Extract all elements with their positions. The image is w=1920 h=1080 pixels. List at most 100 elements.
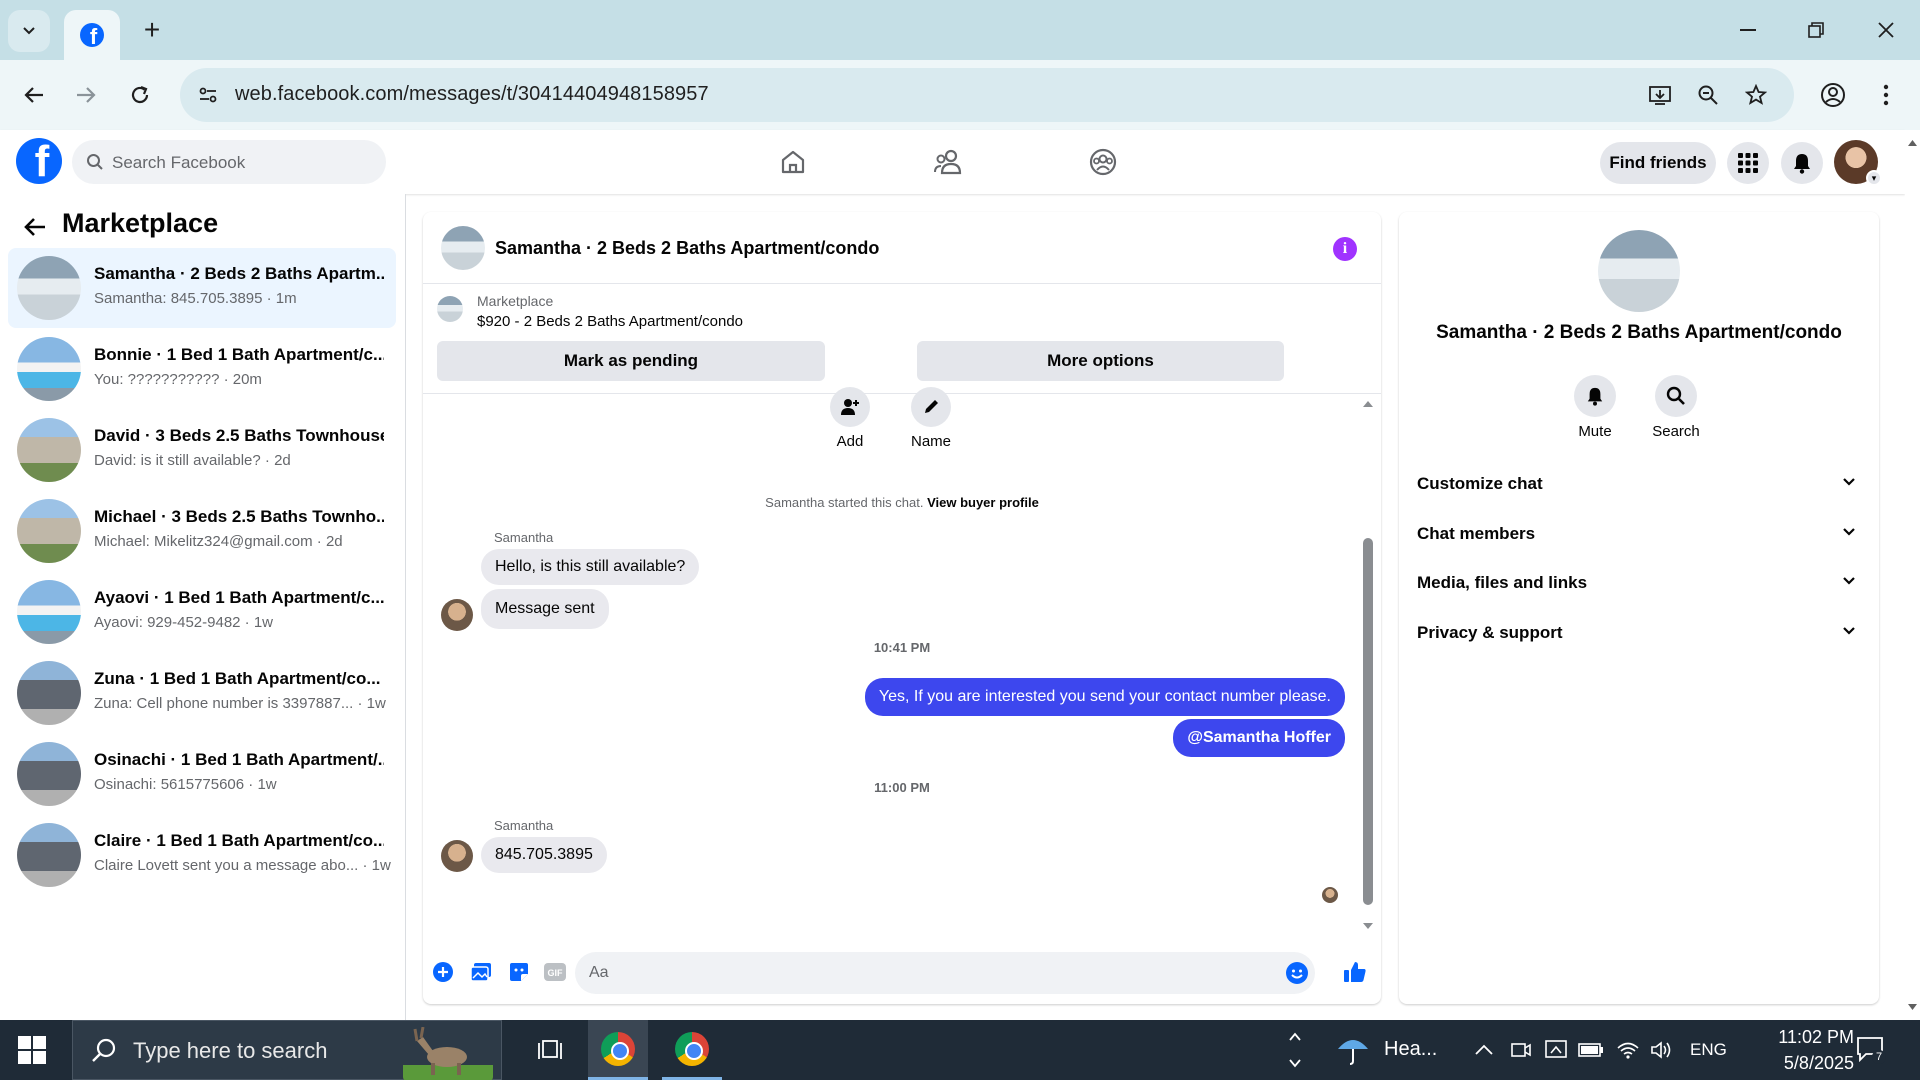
- customize-chat-section[interactable]: Customize chat: [1407, 460, 1871, 508]
- back-arrow-icon[interactable]: [20, 212, 50, 242]
- facebook-header: f Search Facebook Find friends ▾: [0, 130, 1905, 194]
- mark-as-pending-button[interactable]: Mark as pending: [437, 341, 825, 381]
- volume-icon[interactable]: [1650, 1040, 1674, 1060]
- chat-title[interactable]: Samantha · 2 Beds 2 Baths Apartment/cond…: [495, 238, 879, 259]
- scroll-up-icon[interactable]: [1905, 138, 1920, 148]
- browser-menu-icon[interactable]: [1866, 75, 1906, 115]
- scroll-up-icon[interactable]: [1361, 399, 1375, 409]
- name-chat-action[interactable]: Name: [901, 387, 961, 450]
- browser-tab-facebook[interactable]: f: [64, 10, 120, 60]
- scroll-down-icon[interactable]: [1905, 1002, 1920, 1012]
- conversation-item[interactable]: Bonnie · 1 Bed 1 Bath Apartment/c... You…: [8, 329, 396, 409]
- display-icon[interactable]: [1544, 1039, 1568, 1061]
- notifications-bell-icon[interactable]: [1781, 142, 1823, 184]
- chat-members-section[interactable]: Chat members: [1407, 510, 1871, 558]
- reload-icon[interactable]: [120, 75, 160, 115]
- facebook-logo-icon[interactable]: f: [16, 138, 62, 184]
- media-files-links-section[interactable]: Media, files and links: [1407, 559, 1871, 607]
- message-input[interactable]: Aa: [575, 952, 1315, 994]
- conversation-item[interactable]: David · 3 Beds 2.5 Baths Townhouse David…: [8, 410, 396, 490]
- forward-icon[interactable]: [66, 75, 106, 115]
- conversation-item[interactable]: Samantha · 2 Beds 2 Baths Apartm... Sama…: [8, 248, 396, 328]
- facebook-search-input[interactable]: Search Facebook: [72, 140, 386, 184]
- find-friends-button[interactable]: Find friends: [1600, 142, 1716, 184]
- tab-search-button[interactable]: [8, 10, 50, 52]
- site-info-icon[interactable]: [194, 81, 222, 109]
- outgoing-message[interactable]: Yes, If you are interested you send your…: [864, 678, 1345, 716]
- chat-info-avatar[interactable]: [1598, 230, 1680, 312]
- scroll-down-icon[interactable]: [1361, 921, 1375, 931]
- groups-icon[interactable]: [1085, 144, 1121, 180]
- address-bar[interactable]: web.facebook.com/messages/t/304144049481…: [180, 68, 1794, 122]
- incoming-message[interactable]: Hello, is this still available?: [481, 549, 700, 585]
- incoming-message[interactable]: 845.705.3895: [481, 837, 607, 873]
- sender-avatar[interactable]: [441, 840, 473, 872]
- conversation-item[interactable]: Michael · 3 Beds 2.5 Baths Townho... Mic…: [8, 491, 396, 571]
- wifi-icon[interactable]: [1616, 1040, 1640, 1060]
- conversation-item[interactable]: Osinachi · 1 Bed 1 Bath Apartment/... Os…: [8, 734, 396, 814]
- taskbar-search-placeholder: Type here to search: [133, 1038, 328, 1063]
- chrome-taskbar-app[interactable]: [588, 1020, 648, 1080]
- add-people-action[interactable]: Add: [820, 387, 880, 450]
- conversation-item[interactable]: Ayaovi · 1 Bed 1 Bath Apartment/c... Aya…: [8, 572, 396, 652]
- incoming-message[interactable]: Message sent: [481, 589, 609, 629]
- windows-start-icon[interactable]: [18, 1036, 46, 1064]
- notification-center-icon[interactable]: 7: [1856, 1036, 1886, 1064]
- view-buyer-profile-link[interactable]: View buyer profile: [927, 495, 1039, 510]
- chevron-up-icon[interactable]: [1474, 1044, 1494, 1056]
- chat-started-text: Samantha started this chat.: [765, 495, 924, 510]
- weather-widget[interactable]: Hea...: [1336, 1020, 1452, 1080]
- search-icon: [1655, 375, 1697, 417]
- account-avatar[interactable]: ▾: [1834, 140, 1882, 186]
- home-icon[interactable]: [775, 144, 811, 180]
- mute-action[interactable]: Mute: [1560, 375, 1630, 440]
- photo-icon[interactable]: [467, 958, 495, 986]
- meet-now-icon[interactable]: [1510, 1039, 1532, 1061]
- friends-icon[interactable]: [930, 144, 966, 180]
- like-thumb-icon[interactable]: [1341, 958, 1369, 986]
- more-options-button[interactable]: More options: [917, 341, 1284, 381]
- page-scrollbar[interactable]: [1905, 130, 1920, 1020]
- sender-name: Samantha: [494, 530, 554, 545]
- battery-icon[interactable]: [1578, 1042, 1604, 1058]
- clock-time: 11:02 PM: [1778, 1027, 1854, 1047]
- url-text[interactable]: web.facebook.com/messages/t/304144049481…: [235, 83, 709, 106]
- conversation-preview: Claire Lovett sent you a message abo... …: [94, 857, 391, 874]
- profile-icon[interactable]: [1813, 75, 1853, 115]
- chrome-taskbar-app-2[interactable]: [662, 1020, 722, 1080]
- new-tab-button[interactable]: +: [136, 14, 168, 46]
- minimize-icon[interactable]: [1728, 10, 1768, 50]
- listing-title[interactable]: $920 - 2 Beds 2 Baths Apartment/condo: [477, 313, 743, 330]
- conversation-title: Claire · 1 Bed 1 Bath Apartment/co...: [94, 831, 384, 850]
- chat-info-panel: Samantha · 2 Beds 2 Baths Apartment/cond…: [1399, 212, 1879, 1004]
- listing-thumbnail: [17, 580, 81, 644]
- restore-icon[interactable]: [1796, 10, 1836, 50]
- search-icon: [92, 1038, 116, 1062]
- taskbar-clock[interactable]: 11:02 PM 5/8/2025: [1744, 1024, 1854, 1076]
- conversation-preview: Samantha: 845.705.3895 · 1m: [94, 290, 297, 307]
- bookmark-star-icon[interactable]: [1742, 81, 1770, 109]
- chat-avatar[interactable]: [441, 226, 485, 270]
- info-icon[interactable]: i: [1333, 237, 1357, 261]
- sender-avatar[interactable]: [441, 599, 473, 631]
- outgoing-message[interactable]: @Samantha Hoffer: [1173, 719, 1345, 757]
- taskbar-scroll[interactable]: [1280, 1020, 1310, 1080]
- menu-grid-icon[interactable]: [1727, 142, 1769, 184]
- conversation-item[interactable]: Zuna · 1 Bed 1 Bath Apartment/co... Zuna…: [8, 653, 396, 733]
- plus-icon[interactable]: [429, 958, 457, 986]
- back-icon[interactable]: [14, 75, 54, 115]
- conversation-item[interactable]: Claire · 1 Bed 1 Bath Apartment/co... Cl…: [8, 815, 396, 895]
- task-view-icon[interactable]: [520, 1020, 580, 1080]
- sticker-icon[interactable]: [505, 958, 533, 986]
- thread-scroll-thumb[interactable]: [1363, 538, 1373, 905]
- taskbar-search-input[interactable]: Type here to search: [72, 1020, 502, 1080]
- zoom-icon[interactable]: [1694, 81, 1722, 109]
- search-in-chat-action[interactable]: Search: [1641, 375, 1711, 440]
- close-icon[interactable]: [1866, 10, 1906, 50]
- privacy-support-section[interactable]: Privacy & support: [1407, 609, 1871, 657]
- emoji-icon[interactable]: [1285, 961, 1309, 985]
- gif-icon[interactable]: GIF: [541, 958, 569, 986]
- install-app-icon[interactable]: [1646, 81, 1674, 109]
- listing-thumbnail: [17, 742, 81, 806]
- language-indicator[interactable]: ENG: [1690, 1040, 1727, 1060]
